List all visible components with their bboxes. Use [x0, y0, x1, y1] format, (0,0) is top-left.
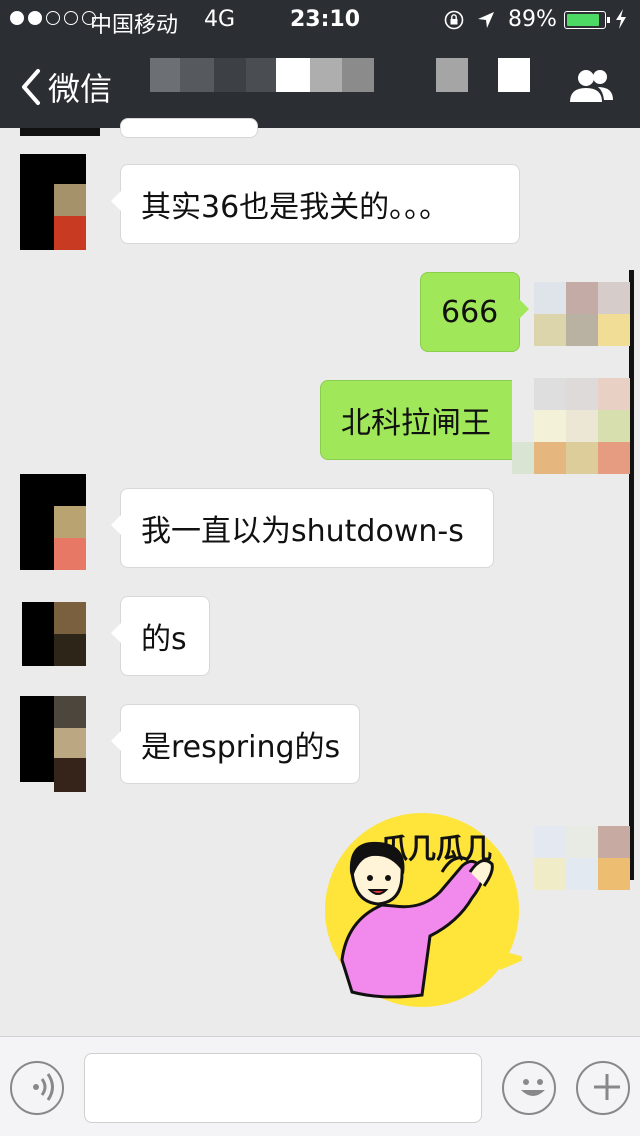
add-button[interactable]: [576, 1061, 630, 1115]
message-text: 其实36也是我关的。。。: [141, 190, 450, 225]
avatar[interactable]: [22, 602, 88, 666]
message-text: 的s: [141, 622, 187, 657]
top-bar: 中国移动 4G 23:10 89% 微信: [0, 0, 640, 128]
sticker-message[interactable]: 瓜几瓜几: [322, 810, 522, 1010]
voice-icon: [33, 1073, 54, 1101]
people-icon[interactable]: [566, 66, 616, 106]
message-bubble-partial: [120, 118, 258, 138]
message-bubble[interactable]: 666: [420, 272, 529, 352]
message-input[interactable]: [84, 1053, 482, 1123]
charging-bolt-icon: [616, 9, 626, 29]
scroll-edge: [629, 270, 634, 880]
avatar[interactable]: [20, 696, 86, 792]
chat-title-redacted: [150, 58, 540, 92]
avatar-partial: [20, 128, 100, 136]
battery-percent: 89%: [508, 7, 557, 32]
nav-bar: 微信: [0, 40, 640, 128]
emoji-button[interactable]: [502, 1061, 556, 1115]
avatar[interactable]: [20, 154, 86, 250]
message-bubble[interactable]: 的s: [111, 596, 210, 676]
voice-button[interactable]: [10, 1061, 64, 1115]
signal-strength-icon: [10, 11, 96, 25]
avatar[interactable]: [20, 474, 86, 570]
avatar[interactable]: [534, 282, 630, 346]
status-bar: 中国移动 4G 23:10 89%: [0, 0, 640, 40]
location-arrow-icon: [478, 12, 494, 28]
message-bubble[interactable]: 我一直以为shutdown-s: [111, 488, 494, 568]
status-time: 23:10: [290, 7, 361, 32]
message-text: 北科拉闸王: [341, 406, 491, 441]
plus-icon: [594, 1074, 620, 1100]
carrier-label: 中国移动: [90, 13, 179, 38]
chat-area[interactable]: 其实36也是我关的。。。 666 北科拉闸王 我一直以为shutdown-s 的…: [0, 118, 640, 1036]
message-text: 666: [441, 294, 499, 330]
emoji-icon: [521, 1079, 545, 1096]
input-bar: [0, 1036, 640, 1136]
network-label: 4G: [204, 7, 236, 32]
battery-icon: [564, 11, 610, 29]
rotation-lock-icon: [444, 10, 464, 30]
message-bubble[interactable]: 是respring的s: [111, 704, 360, 784]
avatar[interactable]: [534, 826, 630, 890]
back-label: 微信: [48, 70, 113, 108]
message-text: 是respring的s: [141, 730, 341, 765]
message-text: 我一直以为shutdown-s: [141, 514, 464, 549]
back-button[interactable]: 微信: [18, 64, 112, 110]
chevron-left-icon: [22, 69, 40, 105]
message-bubble[interactable]: 其实36也是我关的。。。: [111, 164, 520, 244]
avatar[interactable]: [512, 378, 630, 474]
message-bubble[interactable]: 北科拉闸王: [320, 380, 529, 460]
